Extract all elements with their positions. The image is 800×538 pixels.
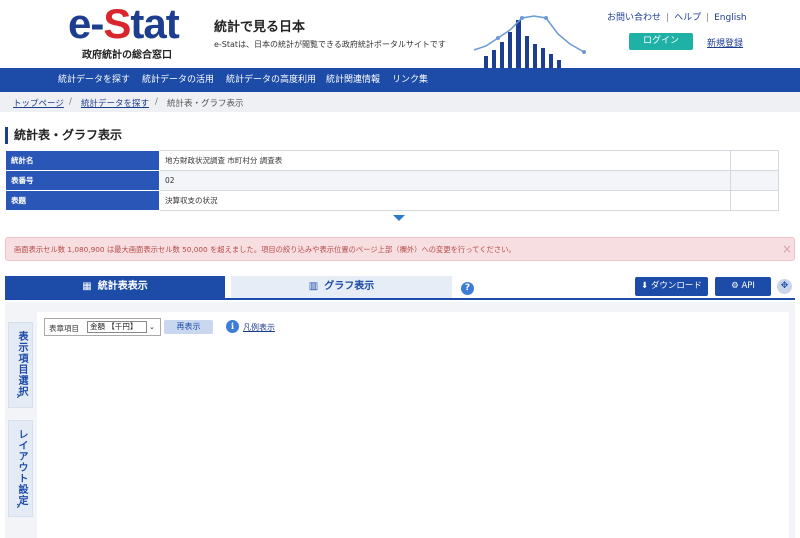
- legend-link[interactable]: 凡例表示: [243, 322, 275, 333]
- gear-icon: ⚙: [731, 281, 739, 291]
- table-row: 表番号 02: [5, 170, 779, 191]
- table-row: 表題 決算収支の状況: [5, 190, 779, 211]
- expand-details-icon[interactable]: [393, 215, 405, 221]
- nav-item-advanced-use[interactable]: 統計データの高度利用: [226, 68, 316, 92]
- info-icon[interactable]: i: [226, 320, 239, 333]
- bar-chart-icon: ▥: [308, 281, 319, 292]
- breadcrumb-top[interactable]: トップページ: [13, 97, 64, 109]
- table-number-value: 02: [159, 170, 731, 191]
- breadcrumb: トップページ / 統計データを探す / 統計表・グラフ表示: [0, 92, 800, 112]
- english-link[interactable]: English: [714, 13, 747, 23]
- main-nav: 統計データを探す 統計データの活用 統計データの高度利用 統計関連情報 リンク集: [0, 68, 800, 92]
- breadcrumb-separator: /: [69, 97, 72, 107]
- nav-item-use-data[interactable]: 統計データの活用: [142, 68, 214, 92]
- register-link[interactable]: 新規登録: [707, 36, 743, 49]
- measure-label: 表章項目: [49, 324, 79, 333]
- api-button[interactable]: ⚙ API: [715, 277, 771, 296]
- site-header: e-Stat 政府統計の総合窓口 統計で見る日本 e-Statは、日本の統計が閲…: [0, 0, 800, 68]
- table-row: 統計名 地方財政状況調査 市町村分 調査表: [5, 150, 779, 171]
- side-tab-label: 表示項目選択: [16, 331, 27, 397]
- table-title-value: 決算収支の状況: [159, 190, 731, 211]
- chevron-right-icon: ›: [16, 499, 21, 512]
- fullscreen-icon[interactable]: ✥: [777, 279, 792, 294]
- tab-underline: [5, 298, 795, 300]
- alert-message: 画面表示セル数 1,080,900 は最大画面表示セル数 50,000 を超えま…: [14, 245, 516, 254]
- download-icon: ⬇: [641, 281, 649, 291]
- measure-select-box: 表章項目 金額 【千円】 ⌄: [44, 318, 161, 336]
- login-button[interactable]: ログイン: [629, 33, 693, 50]
- stat-name-label: 統計名: [5, 150, 160, 171]
- top-links: お問い合わせ | ヘルプ | English: [607, 13, 747, 23]
- help-icon[interactable]: ?: [461, 282, 474, 295]
- tab-table-view[interactable]: ▦ 統計表表示: [5, 276, 225, 298]
- logo-subtitle: 政府統計の総合窓口: [82, 50, 172, 61]
- stat-name-value: 地方財政状況調査 市町村分 調査表: [159, 150, 731, 171]
- logo-text: e-Stat: [68, 0, 180, 47]
- close-icon[interactable]: ×: [782, 242, 792, 256]
- nav-item-search-data[interactable]: 統計データを探す: [58, 68, 130, 92]
- site-description: e-Statは、日本の統計が閲覧できる政府統計ポータルサイトです: [214, 40, 446, 49]
- breadcrumb-current: 統計表・グラフ表示: [167, 99, 244, 109]
- page-title: 統計表・グラフ表示: [5, 127, 122, 144]
- download-button[interactable]: ⬇ ダウンロード: [635, 277, 708, 296]
- nav-item-related-info[interactable]: 統計関連情報: [326, 68, 380, 92]
- tab-graph-view[interactable]: ▥ グラフ表示: [231, 276, 452, 298]
- help-link[interactable]: ヘルプ: [674, 13, 701, 23]
- cell-limit-alert: 画面表示セル数 1,080,900 は最大画面表示セル数 50,000 を超えま…: [5, 237, 795, 261]
- table-title-label: 表題: [5, 190, 160, 211]
- breadcrumb-separator: /: [155, 97, 158, 107]
- side-tab-layout[interactable]: レイアウト設定 ›: [8, 420, 33, 517]
- table-grid-icon: ▦: [82, 281, 92, 292]
- table-view-panel: [5, 302, 795, 538]
- table-number-label: 表番号: [5, 170, 160, 191]
- site-title: 統計で見る日本: [214, 20, 306, 35]
- contact-link[interactable]: お問い合わせ: [607, 13, 661, 23]
- nav-item-links[interactable]: リンク集: [392, 68, 428, 92]
- breadcrumb-search-data[interactable]: 統計データを探す: [81, 97, 149, 109]
- measure-select[interactable]: 金額 【千円】: [87, 321, 147, 333]
- chevron-right-icon: ›: [16, 389, 21, 402]
- side-tab-label: レイアウト設定: [16, 429, 27, 506]
- chevron-down-icon: ⌄: [149, 323, 155, 331]
- stat-info-table: 統計名 地方財政状況調査 市町村分 調査表 表番号 02 表題 決算収支の状況: [5, 150, 779, 211]
- estat-logo[interactable]: e-Stat 政府統計の総合窓口: [68, 0, 198, 62]
- redisplay-button[interactable]: 再表示: [164, 320, 213, 334]
- side-tab-display-items[interactable]: 表示項目選択 ›: [8, 322, 33, 408]
- graph-decoration-icon: [473, 15, 586, 68]
- table-area: [37, 312, 789, 538]
